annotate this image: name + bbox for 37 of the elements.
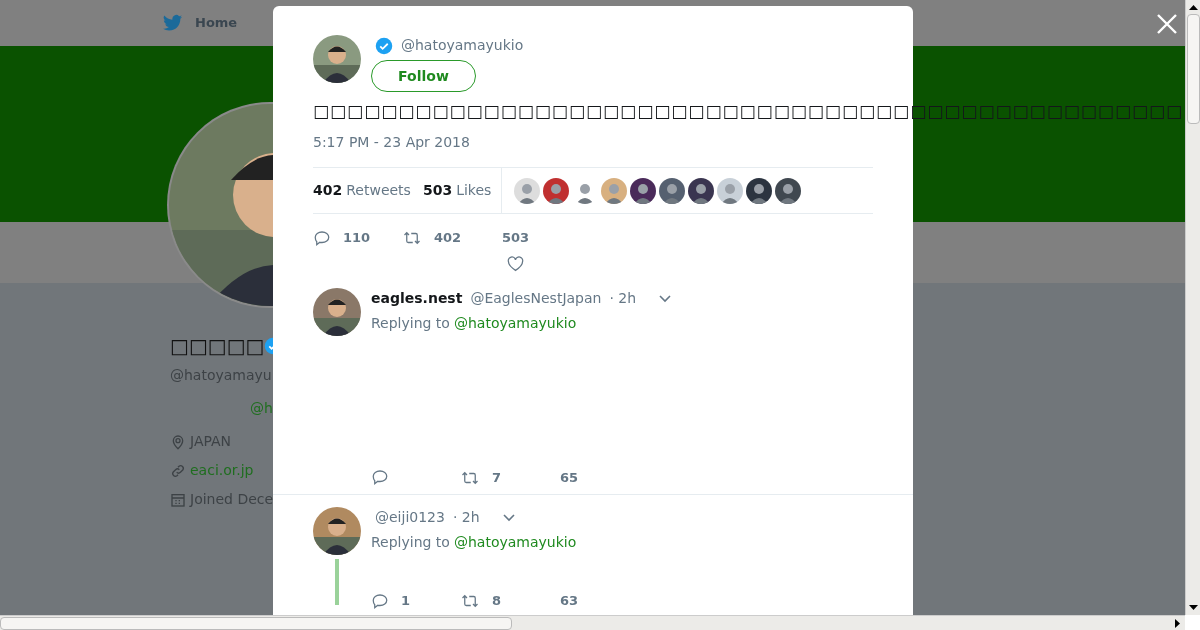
reply-count: 1	[401, 592, 411, 610]
heart-icon[interactable]	[507, 255, 525, 272]
calendar-icon	[170, 491, 186, 508]
vertical-scrollbar[interactable]	[1185, 0, 1200, 615]
like-count: 503	[502, 229, 530, 247]
reply-author-handle: @EaglesNestJapan	[469, 289, 602, 308]
link-icon	[170, 462, 186, 479]
reply-author-handle: @eiji0123	[374, 508, 445, 527]
stat-link[interactable]: 503 Likes	[422, 180, 492, 201]
stat-link[interactable]: 402 Retweets	[313, 180, 411, 201]
reply-time: · 2h	[608, 289, 637, 308]
reply-icon[interactable]	[371, 591, 389, 610]
retweet-count: 8	[492, 592, 502, 610]
horizontal-scrollbar[interactable]	[0, 615, 1185, 630]
profile-name: □□□□□	[170, 333, 265, 360]
home-link[interactable]: Home	[195, 13, 238, 33]
author-handle: @hatoyamayukio	[401, 36, 524, 55]
mention-link[interactable]: @hatoyamayukio	[453, 532, 577, 553]
like-count: 63	[560, 592, 579, 610]
reply-count: 110	[343, 229, 371, 247]
location-icon	[170, 433, 186, 450]
scrollbar-thumb[interactable]	[0, 616, 512, 630]
retweet-count: 7	[492, 469, 502, 487]
replying-label: Replying to	[371, 533, 450, 552]
retweet-count: 402	[434, 229, 462, 247]
reply-time: · 2h	[451, 508, 480, 527]
mention-link[interactable]: @hatoyamayukio	[453, 313, 577, 334]
replying-label: Replying to	[371, 314, 450, 333]
chevron-down-icon[interactable]	[501, 512, 516, 523]
scrollbar-thumb[interactable]	[1186, 14, 1200, 124]
close-button[interactable]	[1155, 12, 1179, 36]
chevron-down-icon[interactable]	[658, 293, 673, 304]
tweet-timestamp: 5:17 PM - 23 Apr 2018	[313, 133, 471, 152]
reply-author-name: eagles.nest	[371, 289, 463, 308]
reply-icon[interactable]	[313, 228, 331, 247]
reply-icon[interactable]	[371, 468, 389, 486]
like-count: 65	[560, 469, 579, 487]
